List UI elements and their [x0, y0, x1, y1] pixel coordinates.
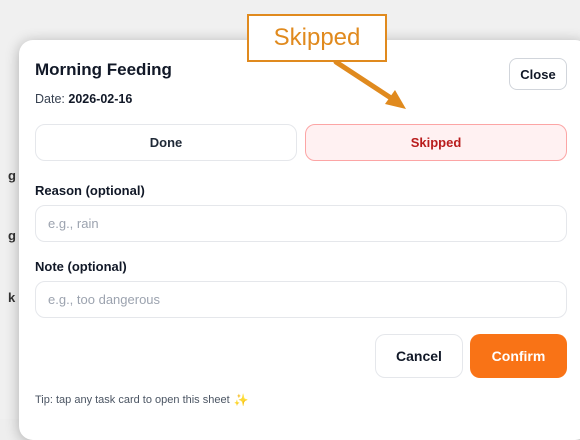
- feeding-status-sheet: Morning Feeding Date: 2026-02-16 Close D…: [19, 40, 580, 440]
- background-text: k: [8, 290, 16, 305]
- cancel-button[interactable]: Cancel: [375, 334, 463, 378]
- date-value: 2026-02-16: [68, 92, 133, 106]
- reason-label: Reason (optional): [35, 183, 145, 198]
- close-button[interactable]: Close: [509, 58, 567, 90]
- tip-row: Tip: tap any task card to open this shee…: [35, 393, 249, 407]
- sparkle-icon: ✨: [233, 393, 249, 407]
- reason-input[interactable]: [35, 205, 567, 242]
- sheet-title: Morning Feeding: [35, 60, 172, 79]
- date-row: Date: 2026-02-16: [35, 92, 132, 106]
- confirm-button[interactable]: Confirm: [470, 334, 567, 378]
- status-skipped-button[interactable]: Skipped: [305, 124, 567, 161]
- annotation-label: Skipped: [247, 14, 387, 62]
- note-label: Note (optional): [35, 259, 127, 274]
- status-done-button[interactable]: Done: [35, 124, 297, 161]
- date-label: Date:: [35, 92, 65, 106]
- note-input[interactable]: [35, 281, 567, 318]
- tip-text: Tip: tap any task card to open this shee…: [35, 394, 230, 406]
- background-text: g: [8, 228, 16, 243]
- background-text: g: [8, 168, 16, 183]
